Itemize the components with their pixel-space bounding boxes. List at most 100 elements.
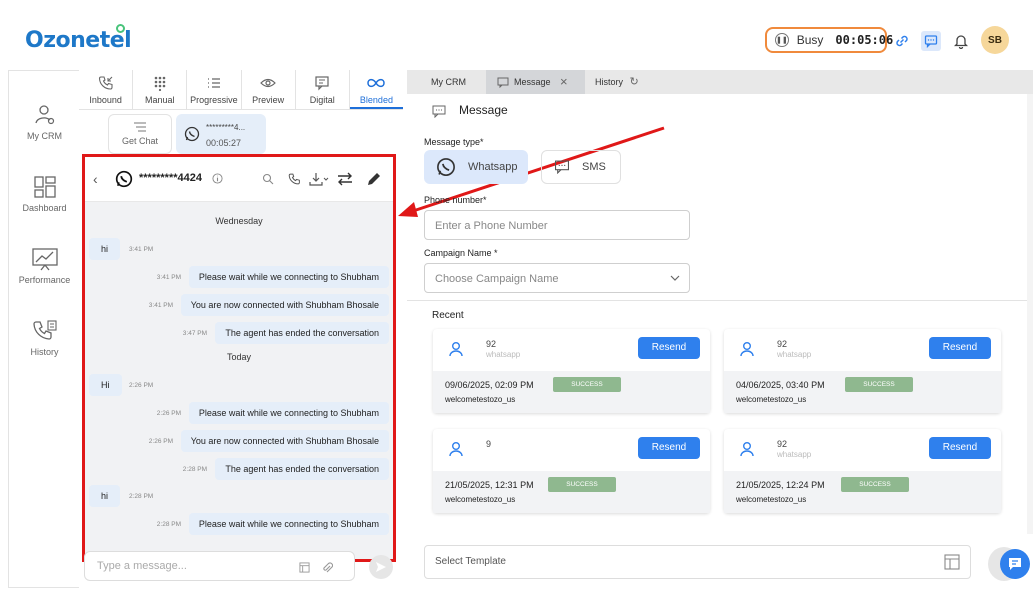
recent-date: 21/05/2025, 12:24 PM bbox=[736, 480, 825, 490]
message-type-label: Message type* bbox=[424, 137, 484, 147]
message-timestamp: 2:28 PM bbox=[156, 521, 181, 528]
left-nav: My CRM Dashboard Performance History bbox=[8, 70, 79, 588]
phone-icon[interactable] bbox=[288, 172, 301, 186]
message-icon bbox=[315, 76, 329, 91]
active-chat-card[interactable]: *********4... 00:05:27 bbox=[176, 114, 266, 154]
message-thread: Wednesday Today hi 3:41 PM Please wait while… bbox=[85, 202, 393, 559]
chat-fab-button[interactable] bbox=[1000, 549, 1030, 579]
transfer-icon[interactable] bbox=[337, 172, 353, 186]
phone-number-input[interactable]: Enter a Phone Number bbox=[424, 210, 690, 240]
message-timestamp: 3:47 PM bbox=[182, 330, 207, 337]
tab-progressive[interactable]: Progressive bbox=[187, 70, 242, 109]
recent-number: 92 bbox=[777, 439, 788, 449]
back-chevron-icon[interactable]: ‹ bbox=[93, 171, 98, 187]
status-badge: SUCCESS bbox=[548, 477, 616, 492]
status-badge: SUCCESS bbox=[845, 377, 913, 392]
template-icon[interactable] bbox=[944, 554, 960, 570]
recent-date: 09/06/2025, 02:09 PM bbox=[445, 380, 534, 390]
outgoing-message: Please wait while we connecting to Shubh… bbox=[188, 513, 389, 535]
list-icon bbox=[134, 122, 146, 132]
tab-history[interactable]: History ↻ bbox=[595, 70, 639, 94]
select-template-input[interactable]: Select Template bbox=[424, 545, 971, 579]
pause-icon[interactable]: ❚❚ bbox=[775, 33, 789, 47]
nav-item-dashboard[interactable]: Dashboard bbox=[9, 175, 80, 213]
close-icon[interactable]: × bbox=[560, 70, 568, 94]
user-icon bbox=[449, 442, 463, 457]
attachment-icon[interactable] bbox=[321, 561, 333, 574]
user-icon bbox=[740, 442, 754, 457]
conversation-panel: ‹ *********4424 Wednesday Today hi 3:41 PM P… bbox=[82, 154, 396, 562]
resend-button[interactable]: Resend bbox=[929, 337, 991, 359]
template-icon[interactable] bbox=[299, 562, 310, 573]
recent-number: 92 bbox=[777, 339, 788, 349]
recent-card-footer: 21/05/2025, 12:31 PM SUCCESS welcometest… bbox=[433, 471, 710, 513]
message-icon bbox=[497, 77, 509, 88]
message-compose-input[interactable]: Type a message... bbox=[84, 551, 355, 581]
recent-message-card: 9 Resend 21/05/2025, 12:31 PM SUCCESS we… bbox=[433, 429, 710, 513]
chat-icon[interactable] bbox=[921, 31, 941, 51]
edit-pencil-icon[interactable] bbox=[366, 171, 382, 187]
campaign-name-select[interactable]: Choose Campaign Name bbox=[424, 263, 690, 293]
dialer-tabs: Inbound Manual Progressive Preview Digit… bbox=[79, 70, 404, 110]
status-badge: SUCCESS bbox=[553, 377, 621, 392]
incoming-message: hi bbox=[89, 485, 121, 507]
tab-digital[interactable]: Digital bbox=[296, 70, 350, 109]
right-panel-scrollbar[interactable] bbox=[1027, 94, 1033, 534]
tab-my-crm[interactable]: My CRM bbox=[431, 70, 466, 94]
message-timestamp: 2:28 PM bbox=[182, 466, 207, 473]
resend-button[interactable]: Resend bbox=[638, 337, 700, 359]
chat-list: Get Chat *********4... 00:05:27 bbox=[79, 110, 403, 156]
resend-button[interactable]: Resend bbox=[929, 437, 991, 459]
link-icon[interactable] bbox=[893, 32, 911, 50]
tab-label: History bbox=[595, 77, 624, 87]
download-icon[interactable] bbox=[309, 172, 329, 186]
nav-item-history[interactable]: History bbox=[9, 319, 80, 357]
whatsapp-type-button[interactable]: Whatsapp bbox=[424, 150, 528, 184]
user-gear-icon bbox=[34, 105, 54, 125]
nav-item-performance[interactable]: Performance bbox=[9, 247, 80, 285]
send-button[interactable] bbox=[369, 555, 393, 579]
tab-preview[interactable]: Preview bbox=[242, 70, 296, 109]
status-label: Busy bbox=[796, 33, 824, 47]
chart-line-icon bbox=[31, 248, 58, 271]
resend-button[interactable]: Resend bbox=[638, 437, 700, 459]
agent-status-pill[interactable]: ❚❚ Busy 00:05:06 bbox=[765, 27, 893, 53]
recent-card-footer: 21/05/2025, 12:24 PM SUCCESS welcometest… bbox=[724, 471, 1001, 513]
tab-inbound[interactable]: Inbound bbox=[79, 70, 134, 109]
tab-label: Preview bbox=[252, 95, 285, 105]
tab-label: Digital bbox=[309, 95, 335, 105]
tab-label: Inbound bbox=[89, 95, 122, 105]
tab-message[interactable]: Message × bbox=[486, 70, 585, 94]
tab-blended[interactable]: Blended bbox=[349, 70, 404, 109]
refresh-icon[interactable]: ↻ bbox=[630, 76, 639, 88]
bell-icon[interactable] bbox=[952, 32, 970, 50]
sms-type-button[interactable]: SMS bbox=[541, 150, 621, 184]
message-icon bbox=[432, 105, 446, 118]
chat-timer: 00:05:27 bbox=[206, 138, 242, 148]
recent-card-footer: 04/06/2025, 03:40 PM SUCCESS welcometest… bbox=[724, 371, 1001, 413]
search-icon[interactable] bbox=[262, 173, 274, 185]
outgoing-message: You are now connected with Shubham Bhosa… bbox=[180, 430, 389, 452]
user-avatar[interactable]: SB bbox=[981, 26, 1009, 54]
recent-message-card: 92 whatsapp Resend 09/06/2025, 02:09 PM … bbox=[433, 329, 710, 413]
info-icon[interactable] bbox=[212, 173, 223, 184]
template-placeholder: Select Template bbox=[435, 556, 506, 567]
recent-campaign: welcometestozo_us bbox=[445, 395, 516, 404]
recent-campaign: welcometestozo_us bbox=[736, 495, 807, 504]
day-separator: Wednesday bbox=[215, 216, 263, 226]
recent-channel: whatsapp bbox=[777, 350, 812, 359]
whatsapp-icon bbox=[184, 126, 200, 142]
message-timestamp: 2:28 PM bbox=[129, 493, 154, 500]
recent-message-card: 92 whatsapp Resend 21/05/2025, 12:24 PM … bbox=[724, 429, 1001, 513]
recent-date: 04/06/2025, 03:40 PM bbox=[736, 380, 825, 390]
recent-date: 21/05/2025, 12:31 PM bbox=[445, 480, 534, 490]
message-timestamp: 3:41 PM bbox=[129, 246, 154, 253]
nav-item-my-crm[interactable]: My CRM bbox=[9, 103, 80, 141]
recent-message-card: 92 whatsapp Resend 04/06/2025, 03:40 PM … bbox=[724, 329, 1001, 413]
logo-dot-icon bbox=[116, 24, 125, 33]
get-chat-button[interactable]: Get Chat bbox=[108, 114, 172, 154]
nav-label: My CRM bbox=[27, 131, 62, 141]
message-timestamp: 2:26 PM bbox=[156, 410, 181, 417]
status-timer: 00:05:06 bbox=[835, 33, 894, 47]
tab-manual[interactable]: Manual bbox=[133, 70, 188, 109]
